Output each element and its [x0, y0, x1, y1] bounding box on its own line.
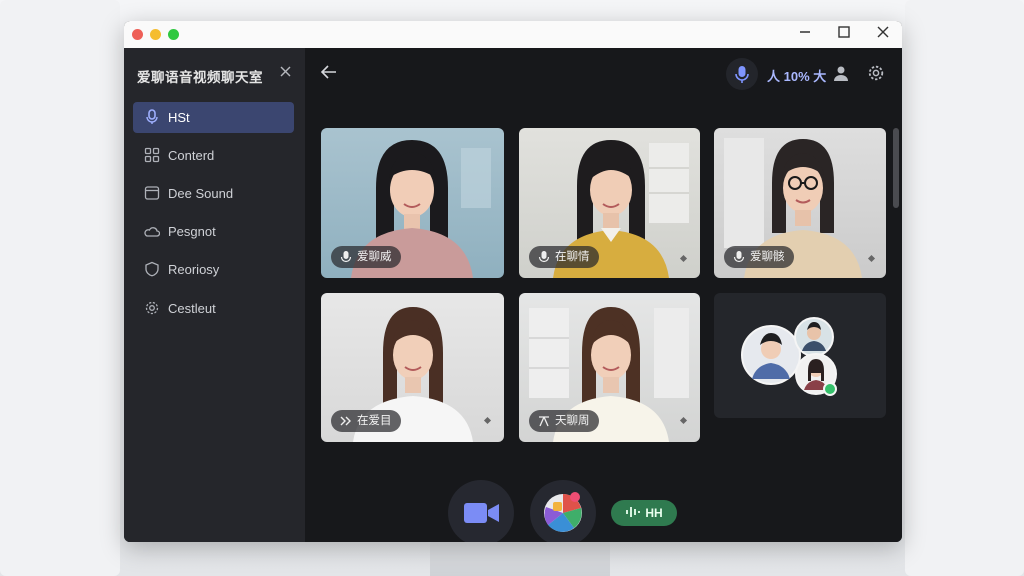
sidebar-item-pesgnot[interactable]: Pesgnot [133, 216, 294, 247]
sidebar-item-label: Dee Sound [168, 186, 234, 201]
microphone-toggle-button[interactable] [726, 58, 758, 90]
sidebar-item-conterd[interactable]: Conterd [133, 140, 294, 171]
minimize-dot[interactable] [150, 29, 161, 40]
participant-tile[interactable]: 在爱目 [321, 293, 504, 442]
sidebar-item-reoriosy[interactable]: Reoriosy [133, 254, 294, 285]
app-window: 爱聊语音视频聊天室 HSt Conterd Dee Sound Pesgnot … [124, 21, 902, 542]
window-close-button[interactable] [872, 24, 894, 44]
user-icon[interactable] [832, 64, 850, 82]
effects-palette-icon [544, 492, 582, 532]
gear-icon [145, 301, 159, 315]
sidebar-item-label: Conterd [168, 148, 215, 163]
shield-icon [145, 261, 159, 277]
participant-tile[interactable]: 爱聊骸 [714, 128, 886, 278]
participant-name: 天聊周 [555, 415, 590, 427]
participant-tile[interactable]: 在聊情 [519, 128, 700, 278]
grid-icon [144, 147, 160, 163]
background-wall-panel [0, 0, 120, 576]
sidebar-item-hst[interactable]: HSt [133, 102, 294, 133]
participant-name: 在爱目 [357, 415, 392, 427]
participant-tile[interactable]: 爱聊威 [321, 128, 504, 278]
waveform-icon [625, 501, 641, 527]
camera-toggle-button[interactable] [448, 480, 514, 542]
mic-icon [733, 251, 745, 263]
title-bar [124, 21, 902, 49]
sidebar: 爱聊语音视频聊天室 HSt Conterd Dee Sound Pesgnot … [124, 48, 305, 542]
participant-name-pill: 在聊情 [529, 246, 599, 268]
mic-icon [340, 251, 352, 263]
online-status-dot [823, 382, 837, 396]
mic-icon [538, 251, 550, 263]
sidebar-item-dee-sound[interactable]: Dee Sound [133, 178, 294, 209]
sidebar-item-label: Cestleut [168, 301, 216, 316]
audio-settings-label: HH [645, 506, 663, 520]
avatar-group [741, 317, 837, 396]
participant-name-pill: 天聊周 [529, 410, 599, 432]
translate-icon [539, 416, 549, 427]
zoom-dot[interactable] [168, 29, 179, 40]
forward-icon [340, 416, 351, 426]
background-wall-panel [905, 0, 1024, 576]
group-avatars-tile[interactable] [714, 293, 886, 418]
window-maximize-button[interactable] [833, 24, 855, 44]
main-area: 人 10% 大 爱聊威 在聊情 爱聊骸 在爱目 天聊周 HH [305, 48, 902, 542]
sidebar-item-label: HSt [168, 110, 190, 125]
cloud-icon [144, 227, 160, 237]
participant-name-pill: 爱聊威 [331, 246, 401, 268]
close-dot[interactable] [132, 29, 143, 40]
scrollbar-thumb[interactable] [893, 128, 899, 208]
window-icon [144, 186, 160, 200]
mic-icon [146, 109, 158, 124]
audio-settings-button[interactable]: HH [611, 500, 677, 526]
settings-gear-icon[interactable] [867, 64, 885, 82]
participant-name: 爱聊骸 [750, 251, 785, 263]
sidebar-item-cestleut[interactable]: Cestleut [133, 293, 294, 324]
window-minimize-button[interactable] [794, 24, 816, 44]
mic-icon [735, 66, 749, 83]
sidebar-item-label: Pesgnot [168, 224, 216, 239]
back-arrow-icon[interactable] [319, 62, 339, 82]
app-title: 爱聊语音视频聊天室 [137, 70, 263, 85]
participant-name: 在聊情 [555, 251, 590, 263]
volume-level-readout: 人 10% 大 [767, 69, 827, 84]
participant-name: 爱聊威 [357, 251, 392, 263]
sidebar-close-button[interactable] [276, 63, 294, 81]
participant-tile[interactable]: 天聊周 [519, 293, 700, 442]
monitor-stand [430, 540, 610, 576]
effects-button[interactable] [530, 480, 596, 542]
video-camera-icon [464, 503, 499, 523]
participant-name-pill: 在爱目 [331, 410, 401, 432]
participant-name-pill: 爱聊骸 [724, 246, 794, 268]
sidebar-item-label: Reoriosy [168, 262, 220, 277]
